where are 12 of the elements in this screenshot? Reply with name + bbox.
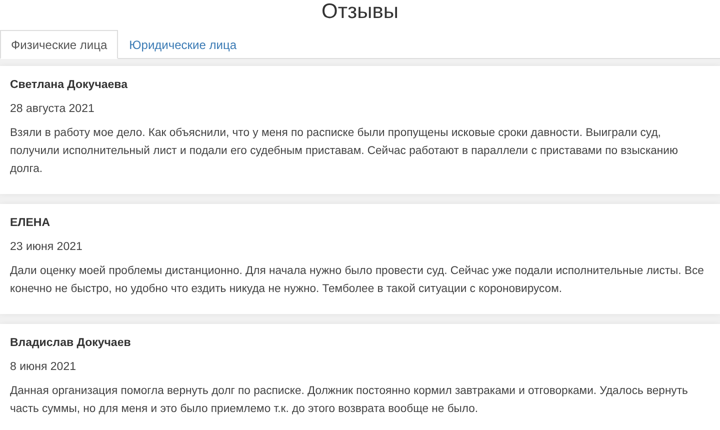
page-title: Отзывы xyxy=(320,0,400,24)
tab[interactable]: Физические лица xyxy=(0,30,118,59)
review-date: 8 июня 2021 xyxy=(10,361,77,373)
review-text: Данная организация помогла вернуть долг по расписке. Должник постоянно кормил завтраками и отговорками. Удалось вернуть часть суммы, но для меня и это было приемлемо т.к. до этого возврата вообще не было. xyxy=(10,384,689,417)
review-author: Светлана Докучаева xyxy=(10,79,128,91)
review-date: 28 августа 2021 xyxy=(10,103,96,115)
tab[interactable]: Юридические лица xyxy=(118,30,248,59)
review-date: 23 июня 2021 xyxy=(10,241,84,253)
review-text: Взяли в работу мое дело. Как объяснили, что у меня по расписке были пропущены исковые сроки давности. Выиграли суд, получили исполнительный лист и подали его судебным приставам. Сейчас работают в параллели с приставами по взысканию долга. xyxy=(10,126,679,177)
review-author: Владислав Докучаев xyxy=(10,337,132,349)
review-text: Дали оценку моей проблемы дистанционно. Для начала нужно было провести суд. Сейчас уже подали исполнительные листы. Все конечно не быстро, но удобно что ездить никуда не нужно. Темболее в такой ситуации с короновирусом. xyxy=(10,264,705,297)
review-author: ЕЛЕНА xyxy=(10,217,52,229)
